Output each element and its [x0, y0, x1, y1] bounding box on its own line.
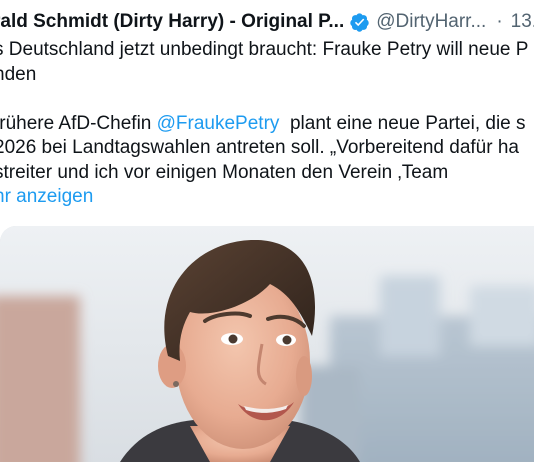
tweet-date[interactable]: 13.	[511, 10, 534, 34]
text-line-3-after: plant eine neue Partei, die s	[279, 112, 526, 134]
paragraph-break	[0, 87, 534, 112]
tweet-card[interactable]: rald Schmidt (Dirty Harry) - Original P.…	[0, 0, 534, 462]
tweet-header: rald Schmidt (Dirty Harry) - Original P.…	[0, 10, 534, 34]
tweet-photo[interactable]	[0, 226, 534, 462]
tweet-text: s Deutschland jetzt unbedingt braucht: F…	[0, 38, 534, 210]
author-name[interactable]: rald Schmidt (Dirty Harry) - Original P.…	[0, 10, 344, 34]
text-line-1: s Deutschland jetzt unbedingt braucht: F…	[0, 39, 529, 60]
show-more-link[interactable]: hr anzeigen	[0, 185, 534, 210]
text-line-3-before: frühere AfD-Chefin	[0, 112, 157, 134]
text-line-3: frühere AfD-Chefin @FraukePetry plant ei…	[0, 112, 534, 137]
photo-portrait-illustration	[0, 226, 534, 462]
verified-badge-icon	[350, 12, 369, 32]
mention-link[interactable]: @FraukePetry	[157, 113, 280, 134]
text-line-2: nden	[0, 63, 37, 85]
text-line-4: 2026 bei Landtagswahlen antreten soll. „…	[0, 137, 519, 158]
header-separator: ·	[496, 11, 503, 32]
author-handle[interactable]: @DirtyHarr...	[376, 10, 486, 34]
text-line-5: streiter und ich vor einigen Monaten den…	[0, 161, 449, 183]
